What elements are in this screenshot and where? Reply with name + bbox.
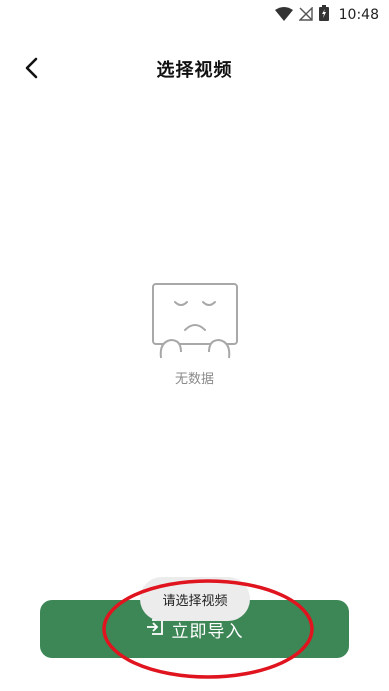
status-time: 10:48	[338, 7, 379, 23]
empty-text: 无数据	[174, 372, 214, 387]
status-icons: 10:48	[274, 5, 379, 25]
sad-box-icon	[0, 282, 389, 364]
wifi-icon	[274, 6, 293, 25]
battery-charging-icon	[318, 5, 329, 25]
header: 选择视频	[0, 40, 389, 96]
status-bar: 10:48	[0, 0, 389, 28]
import-icon	[146, 618, 164, 640]
toast: 请选择视频	[140, 577, 250, 621]
empty-state: 无数据	[0, 282, 389, 387]
signal-off-icon	[297, 5, 313, 25]
page-title: 选择视频	[156, 60, 233, 81]
